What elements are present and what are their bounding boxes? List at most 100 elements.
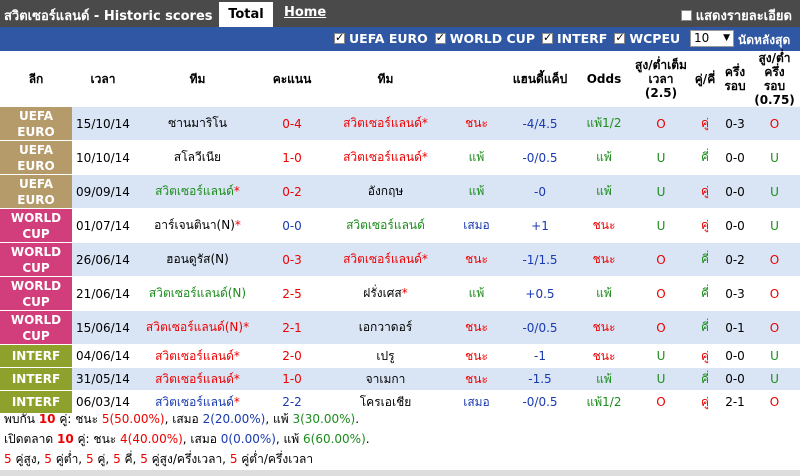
league-badge: INTERF	[0, 367, 72, 391]
odd-even: คู่	[689, 344, 721, 368]
odds-result: แพ้1/2	[575, 107, 633, 141]
league-badge: WORLD CUP	[0, 242, 72, 277]
match-result: ชนะ	[448, 242, 505, 277]
odd-even: คี่	[689, 276, 721, 311]
away-team: เปรู	[323, 344, 448, 368]
table-row[interactable]: WORLD CUP 26/06/14 ฮอนดูรัส(N) 0-3 สวิตเซอร์แ…	[0, 242, 800, 277]
away-team: อังกฤษ	[323, 174, 448, 209]
over-under-full: U	[633, 208, 689, 243]
match-count-value: 10	[694, 31, 710, 45]
match-result: แพ้	[448, 174, 505, 209]
filter-bar: UEFA EURO WORLD CUP INTERF WCPEU 10 ▼ นั…	[0, 27, 800, 51]
odds-result: แพ้	[575, 276, 633, 311]
show-detail-toggle[interactable]: แสดงรายละเอียด	[680, 5, 792, 26]
over-under-half: O	[749, 390, 800, 414]
handicap: -0/0.5	[505, 310, 575, 345]
match-count-suffix: นัดหลังสุด	[738, 33, 791, 47]
home-team: สวิตเซอร์แลนด์*	[134, 174, 261, 209]
over-under-half: U	[749, 140, 800, 175]
half-time-score: 0-2	[721, 242, 749, 277]
over-under-full: O	[633, 390, 689, 414]
filter-label: INTERF	[556, 31, 608, 46]
over-under-half: U	[749, 344, 800, 368]
match-result: แพ้	[448, 276, 505, 311]
top-bar: สวิตเซอร์แลนด์ - Historic scores Total H…	[0, 0, 800, 27]
filter-label: WORLD CUP	[449, 31, 535, 46]
match-count-select[interactable]: 10 ▼	[690, 30, 734, 47]
tab-total[interactable]: Total	[219, 2, 273, 27]
away-team: สวิตเซอร์แลนด์*	[323, 107, 448, 141]
over-under-full: O	[633, 310, 689, 345]
col-ou-half: สูง/ต่ำครึ่ง รอบ (0.75)	[749, 51, 800, 107]
odds-result: แพ้	[575, 174, 633, 209]
table-row[interactable]: WORLD CUP 01/07/14 อาร์เจนตินา(N)* 0-0 สวิตเซ…	[0, 208, 800, 243]
handicap: -4/4.5	[505, 107, 575, 141]
odds-result: แพ้1/2	[575, 390, 633, 414]
odd-even: คี่	[689, 367, 721, 391]
home-team: สวิตเซอร์แลนด์*	[134, 367, 261, 391]
table-row[interactable]: UEFA EURO 10/10/14 สโลวีเนีย 1-0 สวิตเซอร์แลน…	[0, 140, 800, 175]
col-away-team: ทีม	[323, 51, 448, 107]
checkbox-icon[interactable]	[334, 31, 345, 44]
over-under-full: U	[633, 367, 689, 391]
over-under-half: O	[749, 276, 800, 311]
col-half: ครึ่ง รอบ	[721, 51, 749, 107]
away-team: สวิตเซอร์แลนด์	[323, 208, 448, 243]
over-under-full: U	[633, 344, 689, 368]
home-team: อาร์เจนตินา(N)*	[134, 208, 261, 243]
filter-interf[interactable]: INTERF	[541, 31, 608, 46]
match-result: เสมอ	[448, 390, 505, 414]
over-under-full: O	[633, 276, 689, 311]
half-time-score: 0-3	[721, 276, 749, 311]
half-time-score: 0-0	[721, 208, 749, 243]
handicap: +1	[505, 208, 575, 243]
over-under-full: O	[633, 107, 689, 141]
match-date: 21/06/14	[72, 276, 134, 311]
match-result: ชนะ	[448, 367, 505, 391]
tab-home[interactable]: Home	[284, 5, 326, 20]
over-under-half: U	[749, 208, 800, 243]
show-detail-checkbox[interactable]	[680, 10, 692, 21]
competition-filters: UEFA EURO WORLD CUP INTERF WCPEU	[334, 31, 687, 46]
score: 0-2	[261, 174, 323, 209]
summary-overunder: 5 คู่สูง, 5 คู่ต่ำ, 5 คู่, 5 คี่, 5 คู่ส…	[4, 452, 314, 466]
page-title: สวิตเซอร์แลนด์ - Historic scores	[4, 9, 213, 24]
filter-label: UEFA EURO	[349, 31, 428, 46]
odds-result: ชนะ	[575, 242, 633, 277]
score: 0-0	[261, 208, 323, 243]
table-row[interactable]: WORLD CUP 21/06/14 สวิตเซอร์แลนด์(N) 2-5 ฝรั่…	[0, 276, 800, 311]
odd-even: คี่	[689, 242, 721, 277]
match-result: แพ้	[448, 140, 505, 175]
filter-world-cup[interactable]: WORLD CUP	[434, 31, 535, 46]
table-row[interactable]: INTERF 31/05/14 สวิตเซอร์แลนด์* 1-0 จาเมกา ชน…	[0, 367, 800, 391]
col-handicap: แฮนดี้แค็ป	[505, 51, 575, 107]
over-under-full: O	[633, 242, 689, 277]
filter-uefa-euro[interactable]: UEFA EURO	[334, 31, 428, 46]
match-date: 01/07/14	[72, 208, 134, 243]
match-date: 15/06/14	[72, 310, 134, 345]
checkbox-icon[interactable]	[614, 31, 626, 44]
match-date: 10/10/14	[72, 140, 134, 175]
bottom-border	[0, 470, 800, 476]
table-row[interactable]: UEFA EURO 09/09/14 สวิตเซอร์แลนด์* 0-2 อังกฤษ…	[0, 174, 800, 209]
over-under-half: U	[749, 367, 800, 391]
checkbox-icon[interactable]	[541, 31, 553, 44]
odd-even: คี่	[689, 310, 721, 345]
odd-even: คู่	[689, 107, 721, 141]
checkbox-icon[interactable]	[434, 31, 446, 44]
match-date: 09/09/14	[72, 174, 134, 209]
col-result	[448, 51, 505, 107]
odd-even: คู่	[689, 208, 721, 243]
home-team: ฮอนดูรัส(N)	[134, 242, 261, 277]
score: 2-0	[261, 344, 323, 368]
table-row[interactable]: WORLD CUP 15/06/14 สวิตเซอร์แลนด์(N)* 2-1 เอก…	[0, 310, 800, 345]
half-time-score: 0-0	[721, 140, 749, 175]
table-row[interactable]: UEFA EURO 15/10/14 ซานมาริโน 0-4 สวิตเซอร์แลน…	[0, 107, 800, 141]
league-badge: INTERF	[0, 344, 72, 368]
table-row[interactable]: INTERF 04/06/14 สวิตเซอร์แลนด์* 2-0 เปรู ชนะ -…	[0, 344, 800, 368]
league-badge: UEFA EURO	[0, 107, 72, 141]
filter-wcpeu[interactable]: WCPEU	[614, 31, 680, 46]
chevron-down-icon: ▼	[723, 33, 730, 43]
away-team: จาเมกา	[323, 367, 448, 391]
odd-even: คู่	[689, 174, 721, 209]
